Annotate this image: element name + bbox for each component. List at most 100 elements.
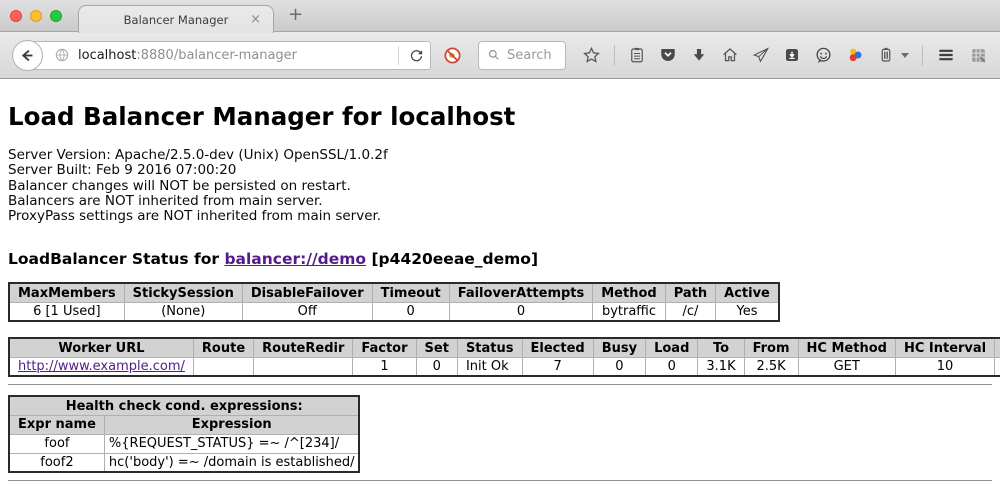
worker-url-link[interactable]: http://www.example.com/ — [18, 359, 185, 374]
window-controls — [10, 10, 62, 22]
url-host: localhost — [78, 48, 136, 63]
downloads-icon[interactable] — [690, 46, 708, 64]
menu-icon[interactable] — [936, 45, 956, 65]
bookmark-star-icon[interactable] — [582, 46, 601, 65]
active-cell: Yes — [716, 302, 779, 321]
tab-balancer-manager[interactable]: Balancer Manager × — [78, 5, 274, 33]
column-header: Elected — [522, 338, 593, 357]
url-group: localhost:8880/balancer-manager — [12, 40, 431, 71]
column-header: Expression — [104, 415, 359, 434]
pocket-icon[interactable] — [659, 46, 677, 64]
balancer-status-heading: LoadBalancer Status for balancer://demo … — [8, 250, 992, 268]
worker-row: http://www.example.com/ 1 0 Init Ok 7 0 … — [9, 357, 1000, 376]
video-download-icon[interactable] — [783, 46, 801, 64]
url-path: :8880/balancer-manager — [136, 48, 297, 63]
table-row: foof2 hc('body') =~ /domain is establish… — [9, 453, 359, 472]
expr-name-cell: foof2 — [9, 453, 104, 472]
tab-title: Balancer Manager — [124, 13, 229, 27]
status-prefix: LoadBalancer Status for — [8, 250, 224, 268]
grid-extension-icon[interactable] — [969, 46, 988, 65]
set-cell: 0 — [416, 357, 457, 376]
reload-button[interactable] — [403, 48, 430, 63]
column-header: DisableFailover — [242, 283, 372, 302]
search-icon — [487, 48, 501, 62]
server-info: Server Version: Apache/2.5.0-dev (Unix) … — [8, 148, 992, 224]
table-row: 6 [1 Used] (None) Off 0 0 bytraffic /c/ … — [9, 302, 779, 321]
toolbar-buttons — [582, 45, 988, 66]
toolbar-divider — [922, 45, 923, 66]
table-row: foof %{REQUEST_STATUS} =~ /^[234]/ — [9, 434, 359, 453]
zoom-window-button[interactable] — [50, 10, 62, 22]
column-header: Route — [193, 338, 253, 357]
worker-table: Worker URL Route RouteRedir Factor Set S… — [8, 337, 1000, 377]
page-title: Load Balancer Manager for localhost — [8, 102, 992, 131]
home-icon[interactable] — [721, 46, 739, 64]
smiley-chat-icon[interactable] — [814, 46, 833, 65]
balancer-settings-table: MaxMembers StickySession DisableFailover… — [8, 282, 780, 322]
send-icon[interactable] — [752, 46, 770, 64]
column-header: Method — [593, 283, 665, 302]
expression-cell: %{REQUEST_STATUS} =~ /^[234]/ — [104, 434, 359, 453]
page-bottom-divider — [8, 480, 992, 482]
status-suffix: [p4420eeae_demo] — [366, 250, 538, 268]
health-check-table: Health check cond. expressions: Expr nam… — [8, 395, 360, 473]
column-header: FailoverAttempts — [449, 283, 593, 302]
passes-cell: 1 (0) — [995, 357, 1000, 376]
minimize-window-button[interactable] — [30, 10, 42, 22]
column-header: Set — [416, 338, 457, 357]
colored-dots-icon[interactable] — [846, 46, 864, 64]
to-cell: 3.1K — [698, 357, 744, 376]
expression-cell: hc('body') =~ /domain is established/ — [104, 453, 359, 472]
column-header: From — [744, 338, 798, 357]
toolbar-divider — [614, 45, 615, 66]
balancer-demo-link[interactable]: balancer://demo — [224, 250, 366, 268]
hc-method-cell: GET — [798, 357, 895, 376]
column-header: Active — [716, 283, 779, 302]
disable-failover-cell: Off — [242, 302, 372, 321]
column-header: Timeout — [372, 283, 449, 302]
notice-line: ProxyPass settings are NOT inherited fro… — [8, 209, 992, 224]
notice-line: Balancers are NOT inherited from main se… — [8, 194, 992, 209]
table-header-row: Worker URL Route RouteRedir Factor Set S… — [9, 338, 1000, 357]
failover-attempts-cell: 0 — [449, 302, 593, 321]
health-table-title: Health check cond. expressions: — [9, 396, 359, 415]
notice-line: Balancer changes will NOT be persisted o… — [8, 179, 992, 194]
section-divider — [8, 384, 992, 386]
max-members-cell: 6 [1 Used] — [9, 302, 124, 321]
site-identity-icon[interactable] — [54, 47, 70, 63]
sticky-session-cell: (None) — [124, 302, 242, 321]
table-header-row: Expr name Expression — [9, 415, 359, 434]
browser-window: Balancer Manager × + localhost:8880/bala… — [0, 0, 1000, 482]
server-version-line: Server Version: Apache/2.5.0-dev (Unix) … — [8, 148, 992, 163]
busy-cell: 0 — [593, 357, 645, 376]
column-header: Load — [646, 338, 698, 357]
path-cell: /c/ — [665, 302, 715, 321]
dropdown-caret-icon[interactable] — [901, 53, 909, 58]
column-header: HC Interval — [895, 338, 994, 357]
new-tab-button[interactable]: + — [288, 4, 303, 25]
expr-name-cell: foof — [9, 434, 104, 453]
column-header: Expr name — [9, 415, 104, 434]
from-cell: 2.5K — [744, 357, 798, 376]
factor-cell: 1 — [353, 357, 416, 376]
container-icon[interactable] — [877, 46, 895, 64]
search-bar[interactable]: Search — [478, 41, 566, 70]
column-header: Factor — [353, 338, 416, 357]
reading-list-icon[interactable] — [628, 46, 646, 64]
tab-close-icon[interactable]: × — [250, 12, 261, 27]
navigation-toolbar: localhost:8880/balancer-manager Search — [0, 32, 1000, 79]
route-redir-cell — [254, 357, 353, 376]
close-window-button[interactable] — [10, 10, 22, 22]
column-header: HC Method — [798, 338, 895, 357]
column-header: StickySession — [124, 283, 242, 302]
column-header: Worker URL — [9, 338, 193, 357]
back-button[interactable] — [12, 40, 43, 71]
plugin-block-icon[interactable] — [443, 46, 462, 65]
url-bar[interactable]: localhost:8880/balancer-manager — [27, 41, 431, 70]
load-cell: 0 — [646, 357, 698, 376]
route-cell — [193, 357, 253, 376]
tab-bar: Balancer Manager × + — [0, 0, 1000, 32]
table-header-row: MaxMembers StickySession DisableFailover… — [9, 283, 779, 302]
column-header: Busy — [593, 338, 645, 357]
status-cell: Init Ok — [457, 357, 522, 376]
